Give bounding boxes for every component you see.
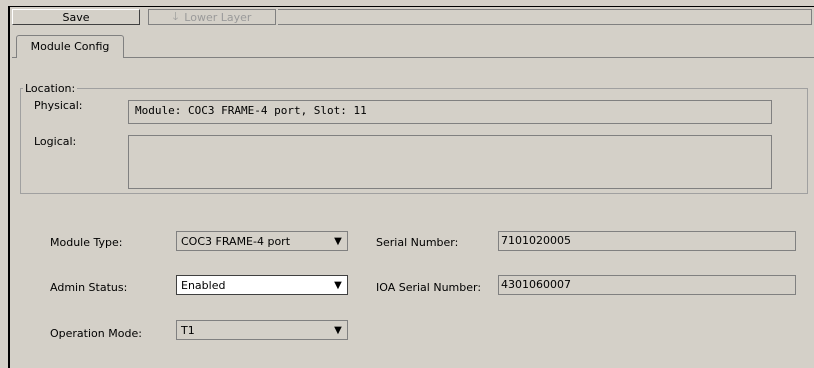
toolbar-spacer <box>278 9 812 25</box>
serial-number-value: 7101020005 <box>501 234 571 247</box>
admin-status-value: Enabled <box>181 278 226 292</box>
physical-value: Module: COC3 FRAME-4 port, Slot: 11 <box>135 104 367 117</box>
admin-status-select[interactable]: Enabled ▼ <box>176 275 348 295</box>
physical-label: Physical: <box>34 99 83 112</box>
main-panel: Save 🡓 Lower Layer Module Config Locatio… <box>8 6 814 368</box>
serial-number-label: Serial Number: <box>376 236 459 249</box>
admin-status-label: Admin Status: <box>50 281 128 294</box>
ioa-serial-field[interactable]: 4301060007 <box>498 275 796 295</box>
operation-mode-value: T1 <box>181 323 195 337</box>
physical-field[interactable]: Module: COC3 FRAME-4 port, Slot: 11 <box>128 100 772 124</box>
lower-layer-button[interactable]: 🡓 Lower Layer <box>148 9 276 25</box>
logical-label: Logical: <box>34 135 77 148</box>
operation-mode-label: Operation Mode: <box>50 327 142 340</box>
save-button-label: Save <box>62 10 90 24</box>
module-type-select[interactable]: COC3 FRAME-4 port ▼ <box>176 231 348 251</box>
logical-field[interactable] <box>128 135 772 189</box>
operation-mode-select[interactable]: T1 ▼ <box>176 320 348 340</box>
tab-label: Module Config <box>30 40 110 53</box>
ioa-serial-value: 4301060007 <box>501 278 571 291</box>
tab-module-config[interactable]: Module Config <box>16 35 124 58</box>
lower-layer-label: Lower Layer <box>184 10 252 24</box>
module-type-label: Module Type: <box>50 236 123 249</box>
location-legend: Location: <box>25 82 76 95</box>
chevron-down-icon: ▼ <box>334 279 342 291</box>
tab-bar: Module Config <box>12 33 814 58</box>
ioa-serial-label: IOA Serial Number: <box>376 281 482 294</box>
save-button[interactable]: Save <box>12 9 140 25</box>
serial-number-field[interactable]: 7101020005 <box>498 231 796 251</box>
arrow-down-icon: 🡓 <box>172 9 179 23</box>
module-type-value: COC3 FRAME-4 port <box>181 234 291 248</box>
chevron-down-icon: ▼ <box>334 324 342 336</box>
chevron-down-icon: ▼ <box>334 235 342 247</box>
